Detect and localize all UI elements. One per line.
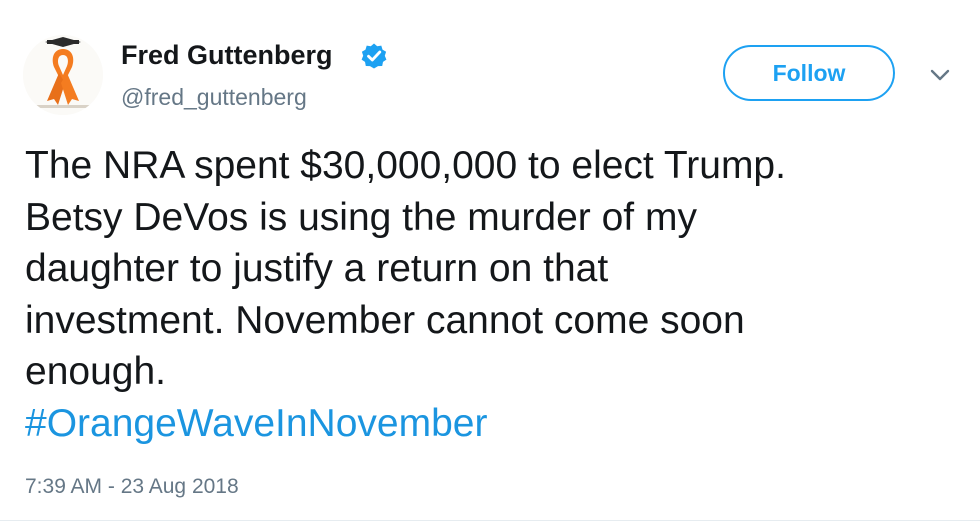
tweet-text-line: daughter to justify a return on that [25, 247, 609, 290]
follow-button[interactable]: Follow [723, 45, 895, 101]
avatar[interactable] [23, 35, 103, 115]
chevron-down-icon[interactable] [929, 64, 951, 86]
divider [0, 520, 980, 521]
tweet-text-line: enough. [25, 350, 166, 393]
timestamp[interactable]: 7:39 AM - 23 Aug 2018 [25, 475, 239, 499]
display-name[interactable]: Fred Guttenberg [121, 40, 333, 71]
verified-badge-icon [361, 43, 387, 69]
tweet-text-line: Betsy DeVos is using the murder of my [25, 195, 697, 239]
tweet-text-line: investment. November cannot come soon [25, 298, 745, 342]
handle[interactable]: @fred_guttenberg [121, 84, 307, 111]
tweet-text: The NRA spent $30,000,000 to elect Trump… [25, 140, 955, 449]
hashtag-link[interactable]: #OrangeWaveInNovember [25, 398, 955, 450]
orange-ribbon-icon [23, 35, 103, 115]
tweet-card: Fred Guttenberg @fred_guttenberg Follow … [0, 0, 980, 526]
tweet-text-line: The NRA spent $30,000,000 to elect Trump… [25, 144, 786, 187]
